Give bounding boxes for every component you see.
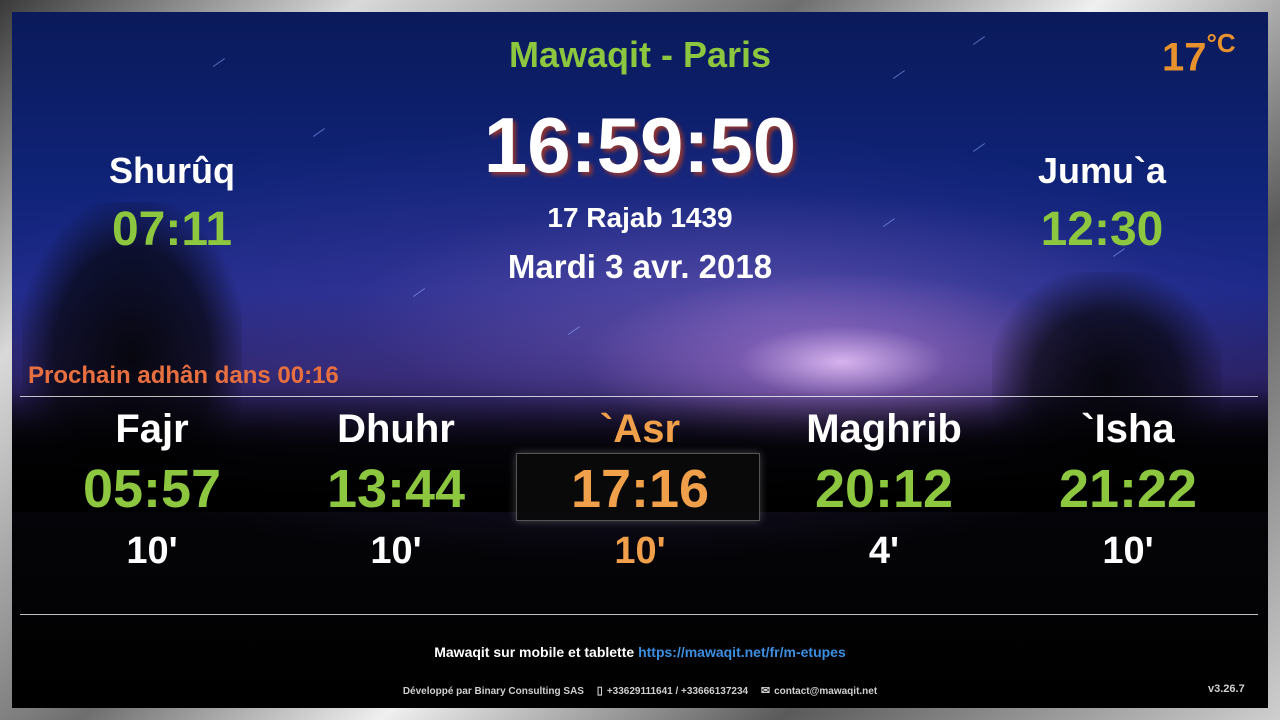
mail-icon: ✉ [760, 685, 771, 697]
prayer-isha: `Isha 21:22 10' [1006, 404, 1250, 576]
phone-icon: ▯ [596, 685, 603, 697]
prayer-iqama: 10' [614, 530, 666, 572]
divider-top [20, 396, 1258, 397]
divider-bottom [20, 614, 1258, 615]
prayer-iqama: 10' [1102, 530, 1154, 572]
shuruq-label: Shurûq [109, 150, 235, 191]
prayer-name: `Isha [1081, 407, 1175, 451]
prayer-name: Fajr [115, 407, 189, 451]
developer-name: Développé par Binary Consulting SAS [402, 686, 584, 697]
phone-numbers: +33629111641 / +33666137234 [606, 686, 749, 697]
prayer-time: 13:44 [326, 459, 466, 519]
jumua-label: Jumu`a [1037, 150, 1167, 191]
jumua-time: 12:30 [1040, 203, 1164, 256]
contact-email: contact@mawaqit.net [774, 686, 878, 697]
shuruq-time: 07:11 [111, 203, 233, 256]
prayer-name: Maghrib [806, 407, 962, 451]
star-streak [567, 326, 581, 335]
prayer-iqama: 10' [370, 530, 422, 572]
mobile-promo-text: Mawaqit sur mobile et tablette [434, 644, 635, 660]
prayer-asr: `Asr 17:16 10' [518, 404, 762, 576]
prayer-fajr: Fajr 05:57 10' [30, 404, 274, 576]
prayer-name: `Asr [599, 407, 681, 451]
star-streak [412, 288, 426, 297]
temperature: 17°C [1162, 28, 1236, 80]
mobile-promo: Mawaqit sur mobile et tablette https://m… [12, 644, 1268, 660]
prayer-time: 17:16 [570, 459, 710, 519]
prayer-time: 21:22 [1058, 459, 1198, 519]
prayer-dhuhr: Dhuhr 13:44 10' [274, 404, 518, 576]
app-version: v3.26.7 [1208, 683, 1245, 695]
main-screen: Mawaqit - Paris 17°C 16:59:50 17 Rajab 1… [12, 12, 1268, 708]
mobile-app-link[interactable]: https://mawaqit.net/fr/m-etupes [638, 644, 846, 660]
prayer-iqama: 10' [126, 530, 178, 572]
prayer-time: 20:12 [814, 459, 954, 519]
prayer-name: Dhuhr [337, 407, 455, 451]
next-adhan-countdown: Prochain adhân dans 00:16 [28, 362, 339, 389]
prayer-maghrib: Maghrib 20:12 4' [762, 404, 1006, 576]
developer-info: Développé par Binary Consulting SAS ▯ +33… [12, 684, 1268, 697]
prayer-time: 05:57 [82, 459, 222, 519]
mosque-title: Mawaqit - Paris [508, 34, 772, 75]
prayer-iqama: 4' [868, 530, 900, 572]
